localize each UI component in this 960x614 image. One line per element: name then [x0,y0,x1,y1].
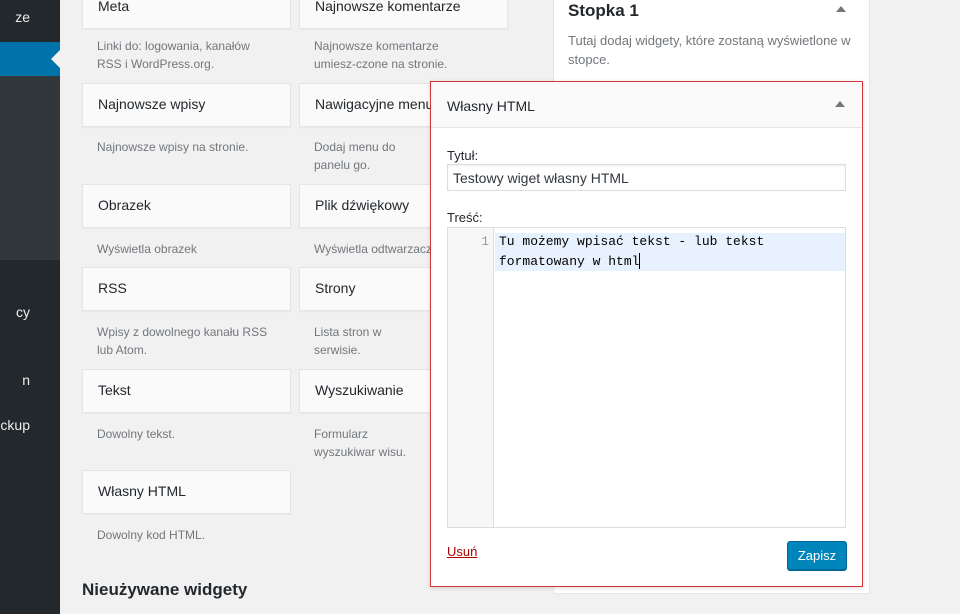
line-number: 1 [481,234,489,249]
collapse-arrow-icon[interactable] [835,101,845,107]
title-input[interactable] [447,164,846,191]
widget-header-title: Własny HTML [447,98,535,114]
code-text: Tu możemy wpisać tekst - lub tekst forma… [499,234,773,269]
admin-menu-item[interactable]: cy [16,303,30,321]
widget-title: Najnowsze komentarze [315,0,461,14]
custom-html-widget-panel: Własny HTML Tytuł: Treść: 1 Tu możemy wp… [430,81,863,587]
admin-submenu [0,76,60,260]
admin-sidebar: ze cy n ckup [0,0,60,614]
save-button[interactable]: Zapisz [787,541,847,570]
widget-title: Meta [98,0,130,14]
active-menu-arrow-icon [51,50,60,68]
widget-title: RSS [98,280,127,296]
widget-description: Wpisy z dowolnego kanału RSS lub Atom. [97,325,268,357]
widget-description: Wyświetla obrazek [97,242,197,256]
widget-header[interactable]: Własny HTML [431,82,862,128]
widget-description: Dowolny tekst. [97,427,176,441]
widget-description: Formularz wyszukiwar wisu. [314,427,407,459]
widget-title: Własny HTML [98,483,186,499]
widget-title: Wyszukiwanie [315,382,404,398]
widget-description: Wyświetla odtwarzacz [314,242,432,256]
widget-title: Obrazek [98,197,151,213]
widget-description: Linki do: logowania, kanałów RSS i WordP… [97,39,250,71]
admin-menu-item[interactable]: n [22,371,30,389]
title-label: Tytuł: [447,148,479,163]
widget-recent-comments[interactable]: Najnowsze komentarze [299,0,508,29]
widget-area-description: Tutaj dodaj widgety, które zostaną wyświ… [568,33,851,67]
code-content[interactable]: Tu możemy wpisać tekst - lub tekst forma… [499,232,839,272]
widget-description: Najnowsze wpisy na stronie. [97,140,249,154]
widget-image[interactable]: Obrazek [82,184,291,228]
collapse-arrow-icon[interactable] [836,6,846,12]
admin-menu-item[interactable]: ckup [0,416,30,434]
delete-link[interactable]: Usuń [447,544,477,559]
widget-description: Dowolny kod HTML. [97,528,206,542]
widget-recent-posts[interactable]: Najnowsze wpisy [82,83,291,127]
widget-area-title[interactable]: Stopka 1 [568,1,639,21]
unused-widgets-heading: Nieużywane widgety [82,580,248,599]
widget-title: Nawigacyjne menu [315,96,434,112]
widget-text[interactable]: Tekst [82,369,291,413]
content-label: Treść: [447,210,483,225]
text-cursor [639,253,641,269]
widget-title: Tekst [98,382,131,398]
widget-meta[interactable]: Meta [82,0,291,29]
widget-custom-html[interactable]: Własny HTML [82,470,291,514]
widget-description: Lista stron w serwisie. [314,325,382,357]
widget-description: Dodaj menu do panelu go. [314,140,396,172]
admin-menu-item[interactable]: ze [15,8,30,26]
widget-title: Plik dźwiękowy [315,197,410,213]
widget-description: Najnowsze komentarze umiesz-czone na str… [314,39,448,71]
widget-rss[interactable]: RSS [82,267,291,311]
widget-title: Najnowsze wpisy [98,96,206,112]
widget-title: Strony [315,280,356,296]
code-editor[interactable]: 1 Tu możemy wpisać tekst - lub tekst for… [447,227,846,528]
line-gutter: 1 [448,228,494,527]
